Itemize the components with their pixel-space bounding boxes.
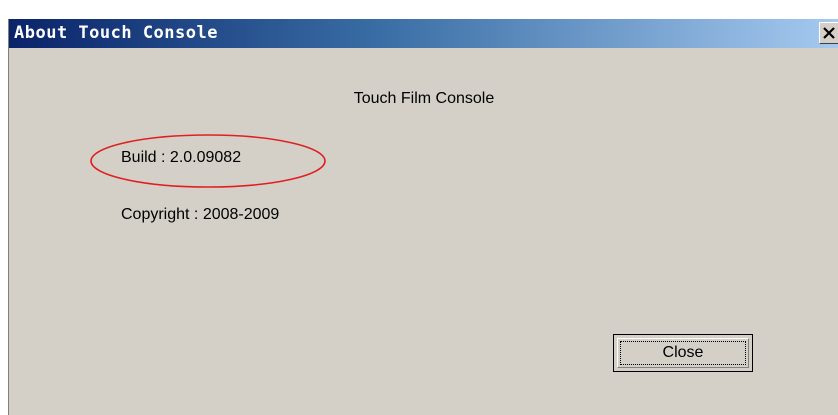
title-bar[interactable]: About Touch Console bbox=[9, 19, 838, 48]
window-title: About Touch Console bbox=[14, 23, 218, 43]
build-version-label: Build : 2.0.09082 bbox=[121, 149, 242, 166]
app-name-label: Touch Film Console bbox=[353, 90, 495, 107]
copyright-label: Copyright : 2008-2009 bbox=[121, 206, 280, 223]
title-close-button[interactable] bbox=[819, 22, 838, 44]
close-icon bbox=[823, 27, 835, 39]
close-button[interactable]: Close bbox=[613, 334, 753, 372]
about-dialog: About Touch Console Touch Film Console B… bbox=[8, 19, 838, 415]
screenshot-canvas: About Touch Console Touch Film Console B… bbox=[0, 0, 838, 415]
close-button-label: Close bbox=[662, 344, 704, 361]
